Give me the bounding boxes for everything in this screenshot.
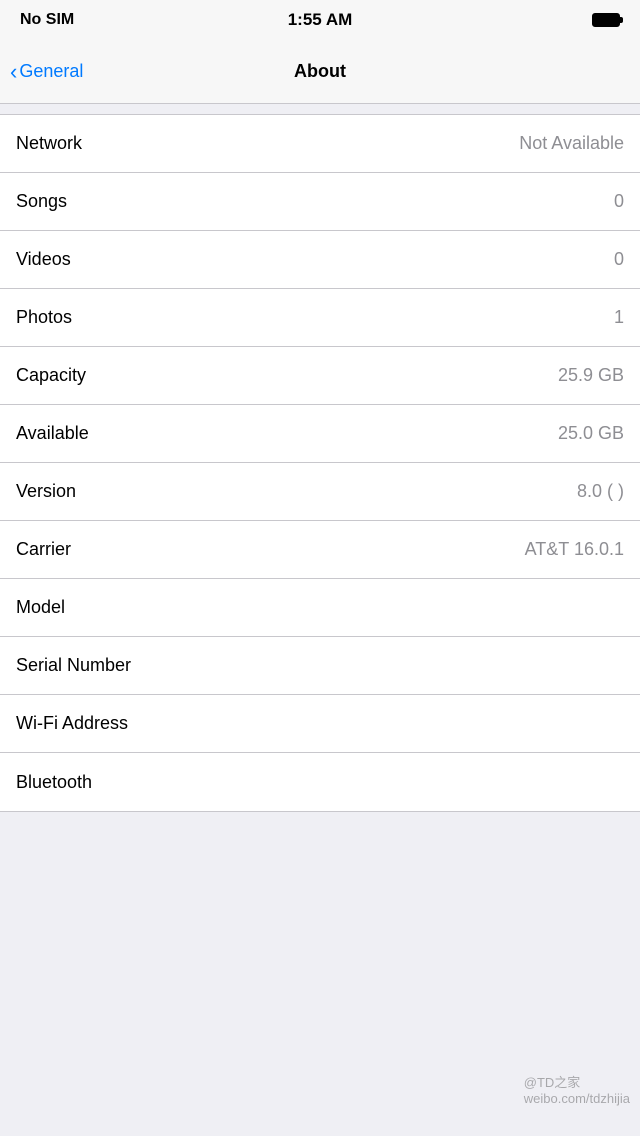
row-label: Wi-Fi Address xyxy=(16,713,128,734)
row-label: Version xyxy=(16,481,76,502)
table-row[interactable]: Videos 0 xyxy=(0,231,640,289)
table-row[interactable]: Model xyxy=(0,579,640,637)
status-bar: No SIM 1:55 AM xyxy=(0,0,640,40)
back-chevron-icon: ‹ xyxy=(10,59,17,85)
settings-content: Network Not Available Songs 0 Videos 0 Photos 1… xyxy=(0,114,640,812)
row-value: 8.0 ( ) xyxy=(86,481,624,502)
carrier-label: No SIM xyxy=(20,11,74,29)
row-label: Model xyxy=(16,597,65,618)
table-row[interactable]: Capacity 25.9 GB xyxy=(0,347,640,405)
table-row[interactable]: Photos 1 xyxy=(0,289,640,347)
row-label: Songs xyxy=(16,191,67,212)
table-row[interactable]: Version 8.0 ( ) xyxy=(0,463,640,521)
page-title: About xyxy=(294,61,346,82)
row-label: Available xyxy=(16,423,89,444)
back-button[interactable]: ‹ General xyxy=(10,59,83,85)
row-value: 1 xyxy=(82,307,624,328)
row-label: Serial Number xyxy=(16,655,131,676)
row-value: 25.9 GB xyxy=(96,365,624,386)
row-label: Videos xyxy=(16,249,71,270)
row-value: 0 xyxy=(81,249,624,270)
settings-group: Network Not Available Songs 0 Videos 0 Photos 1… xyxy=(0,114,640,812)
battery-icon xyxy=(592,13,620,27)
time-label: 1:55 AM xyxy=(288,10,353,30)
table-row[interactable]: Serial Number xyxy=(0,637,640,695)
table-row[interactable]: Songs 0 xyxy=(0,173,640,231)
row-value: Not Available xyxy=(92,133,624,154)
row-label: Carrier xyxy=(16,539,71,560)
row-label: Capacity xyxy=(16,365,86,386)
table-row[interactable]: Carrier AT&T 16.0.1 xyxy=(0,521,640,579)
status-right xyxy=(592,13,620,27)
row-label: Network xyxy=(16,133,82,154)
table-row[interactable]: Available 25.0 GB xyxy=(0,405,640,463)
row-value: 0 xyxy=(77,191,624,212)
table-row[interactable]: Network Not Available xyxy=(0,115,640,173)
row-value: AT&T 16.0.1 xyxy=(81,539,624,560)
watermark: @TD之家weibo.com/tdzhijia xyxy=(524,1072,630,1106)
row-value: 25.0 GB xyxy=(99,423,624,444)
back-label: General xyxy=(19,61,83,82)
table-row[interactable]: Bluetooth xyxy=(0,753,640,811)
nav-bar: ‹ General About xyxy=(0,40,640,104)
row-label: Bluetooth xyxy=(16,772,92,793)
row-label: Photos xyxy=(16,307,72,328)
table-row[interactable]: Wi-Fi Address xyxy=(0,695,640,753)
